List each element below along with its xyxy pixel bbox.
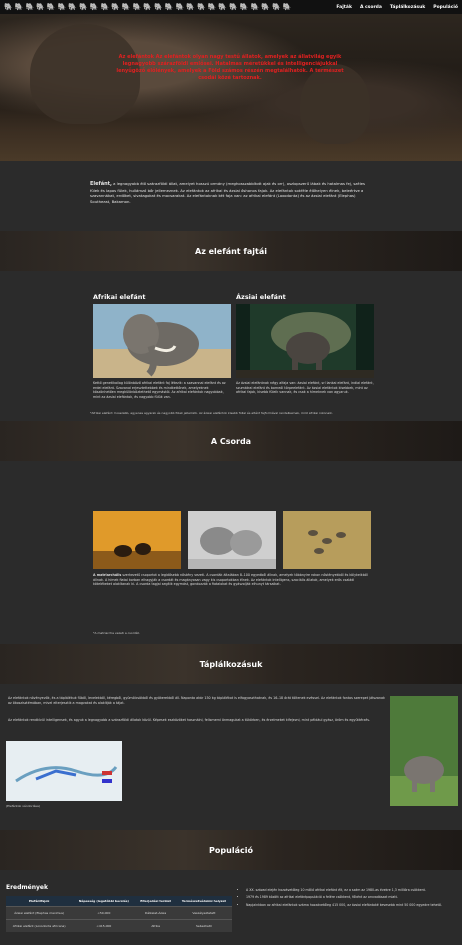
- herd-photo-sunset: [93, 511, 181, 569]
- elephant-icon: 🐘: [196, 3, 206, 11]
- herd-title: A Csorda: [210, 436, 252, 446]
- herd-section: A matriarchális szerkezetű csoportot a l…: [0, 461, 462, 644]
- herd-lead: A matriarchális: [93, 573, 122, 577]
- species-note: *Afrikai elefánt: hosszabb, egyenes agya…: [90, 411, 333, 415]
- species-section: Afrikai elefánt Kettő genetikailag külön…: [0, 271, 462, 421]
- herd-text: szerkezetű csoportot a legidősebb nőstén…: [93, 573, 368, 587]
- results-title: Eredmények: [6, 884, 48, 891]
- elephant-icon: 🐘: [4, 3, 13, 11]
- list-item: 1979 és 1989 között az afrikai elefántpo…: [246, 895, 450, 899]
- table-cell: Ázsiai elefánt (Elephas maximus): [6, 906, 73, 920]
- table-header-row: Elefántfajok Népesség (legutóbbi becslés…: [6, 896, 232, 907]
- elephant-icon: 🐘: [132, 3, 142, 11]
- population-title: Populáció: [209, 845, 253, 855]
- elephant-icon: 🐘: [186, 3, 195, 11]
- elephant-icon: 🐘: [100, 3, 110, 11]
- nav-link-taplalkozas[interactable]: Táplálkozásuk: [390, 5, 425, 10]
- table-row: Ázsiai elefánt (Elephas maximus) <50,000…: [6, 906, 232, 920]
- main-nav: Fajták A csorda Táplálkozásuk Populáció: [336, 5, 458, 10]
- asian-text: Az ázsiai elefántnak négy alfaja van: áz…: [236, 381, 374, 395]
- food-paragraph-1: Az elefántok növényevők, és a táplálékuk…: [8, 696, 385, 705]
- table-header: Elterjedési terület: [135, 896, 176, 907]
- migration-map: [6, 741, 122, 801]
- elephant-icon: 🐘: [229, 3, 238, 11]
- elephant-icon: 🐘: [218, 3, 228, 11]
- table-cell: <415,000: [72, 919, 136, 932]
- elephant-icon: 🐘: [261, 3, 270, 11]
- table-header: Természetvédelmi helyzet: [175, 896, 232, 907]
- table-header: Elefántfajok: [6, 896, 73, 907]
- african-elephant-card: Afrikai elefánt Kettő genetikailag külön…: [93, 293, 231, 399]
- nav-link-csorda[interactable]: A csorda: [360, 5, 382, 10]
- elephant-icon: 🐘: [79, 3, 88, 11]
- hero-text: Az elefántok Az elefántok olyan nagy tes…: [116, 54, 344, 81]
- herd-photo-aerial: [283, 511, 371, 569]
- elephant-icon: 🐘: [282, 3, 292, 11]
- table-cell: Veszélyeztetett: [175, 906, 232, 920]
- asian-title: Ázsiai elefánt: [236, 293, 286, 301]
- hero-banner: Az elefántok Az elefántok olyan nagy tes…: [0, 14, 462, 161]
- intro-lead: Elefánt,: [90, 181, 112, 187]
- elephant-icon: 🐘: [14, 3, 24, 11]
- list-item: Napjainkban az afrikai elefántok száma h…: [246, 903, 450, 907]
- food-title: Táplálkozásuk: [199, 659, 263, 669]
- elephant-icon: 🐘: [154, 3, 163, 11]
- table-cell: Afrikai elefánt (Loxodonta africana): [6, 919, 73, 932]
- species-title: Az elefánt fajtái: [195, 246, 267, 256]
- elephant-icon: 🐘: [143, 3, 153, 11]
- elephant-icon: 🐘: [121, 3, 131, 11]
- elephant-icon: 🐘: [46, 3, 56, 11]
- elephant-strip-decoration: 🐘 🐘 🐘 🐘 🐘 🐘 🐘 🐘 🐘 🐘 🐘 🐘 🐘 🐘 🐘 🐘 🐘 🐘 🐘 🐘 🐘 🐘 🐘 🐘 🐘 🐘 🐘: [4, 2, 336, 12]
- elephant-icon: 🐘: [175, 3, 185, 11]
- elephant-icon: 🐘: [239, 3, 249, 11]
- herd-banner: A Csorda: [0, 421, 462, 461]
- list-item: A XX. század elején hozzávetőleg 10 mill…: [246, 888, 450, 892]
- population-section: Eredmények Elefántfajok Népesség (legutó…: [0, 870, 462, 945]
- elephant-icon: 🐘: [68, 3, 78, 11]
- table-header: Népesség (legutóbbi becslés): [72, 896, 136, 907]
- african-text: Kettő genetikailag különböző afrikai ele…: [93, 381, 226, 399]
- intro-text: a legnagyobb élő szárazföldi állat, amel…: [90, 181, 365, 204]
- african-elephant-photo: [93, 304, 231, 378]
- asian-elephant-card: Ázsiai elefánt Az ázsiai elefántnak négy…: [236, 293, 374, 395]
- table-cell: Afrika: [135, 919, 176, 932]
- nav-link-populacio[interactable]: Populáció: [433, 5, 458, 10]
- population-facts: A XX. század elején hozzávetőleg 10 mill…: [240, 888, 450, 910]
- table-cell: Délkelet-Ázsia: [135, 906, 176, 920]
- grazing-elephant-photo: [390, 696, 458, 806]
- elephant-icon: 🐘: [36, 3, 45, 11]
- map-caption: (Elefántok vándorlása): [6, 804, 40, 808]
- elephant-icon: 🐘: [25, 3, 35, 11]
- herd-note: *A matriarcha vezeti a csordát.: [93, 631, 140, 635]
- nav-link-fajtak[interactable]: Fajták: [336, 5, 352, 10]
- asian-elephant-photo: [236, 304, 374, 378]
- table-cell: Sebezhető: [175, 919, 232, 932]
- table-cell: <50,000: [72, 906, 136, 920]
- food-section: Az elefántok növényevők, és a táplálékuk…: [0, 684, 462, 830]
- food-paragraph-2: Az elefántok rendkívül intelligensek, és…: [8, 718, 371, 722]
- table-row: Afrikai elefánt (Loxodonta africana) <41…: [6, 919, 232, 932]
- elephant-icon: 🐘: [271, 3, 281, 11]
- intro-section: Elefánt, a legnagyobb élő szárazföldi ál…: [0, 161, 462, 231]
- top-navbar: 🐘 🐘 🐘 🐘 🐘 🐘 🐘 🐘 🐘 🐘 🐘 🐘 🐘 🐘 🐘 🐘 🐘 🐘 🐘 🐘 🐘 🐘 🐘 🐘 🐘 🐘 🐘 Fajták A cso…: [0, 0, 462, 14]
- elephant-icon: 🐘: [57, 3, 67, 11]
- elephant-icon: 🐘: [111, 3, 120, 11]
- food-banner: Táplálkozásuk: [0, 644, 462, 684]
- elephant-icon: 🐘: [207, 3, 217, 11]
- species-banner: Az elefánt fajtái: [0, 231, 462, 271]
- elephant-icon: 🐘: [89, 3, 99, 11]
- population-table: Elefántfajok Népesség (legutóbbi becslés…: [6, 896, 232, 932]
- elephant-icon: 🐘: [250, 3, 260, 11]
- african-title: Afrikai elefánt: [93, 293, 146, 301]
- elephant-icon: 🐘: [164, 3, 174, 11]
- intro-paragraph: Elefánt, a legnagyobb élő szárazföldi ál…: [90, 181, 372, 204]
- herd-paragraph: A matriarchális szerkezetű csoportot a l…: [93, 573, 371, 587]
- population-banner: Populáció: [0, 830, 462, 870]
- herd-photo-bw: [188, 511, 276, 569]
